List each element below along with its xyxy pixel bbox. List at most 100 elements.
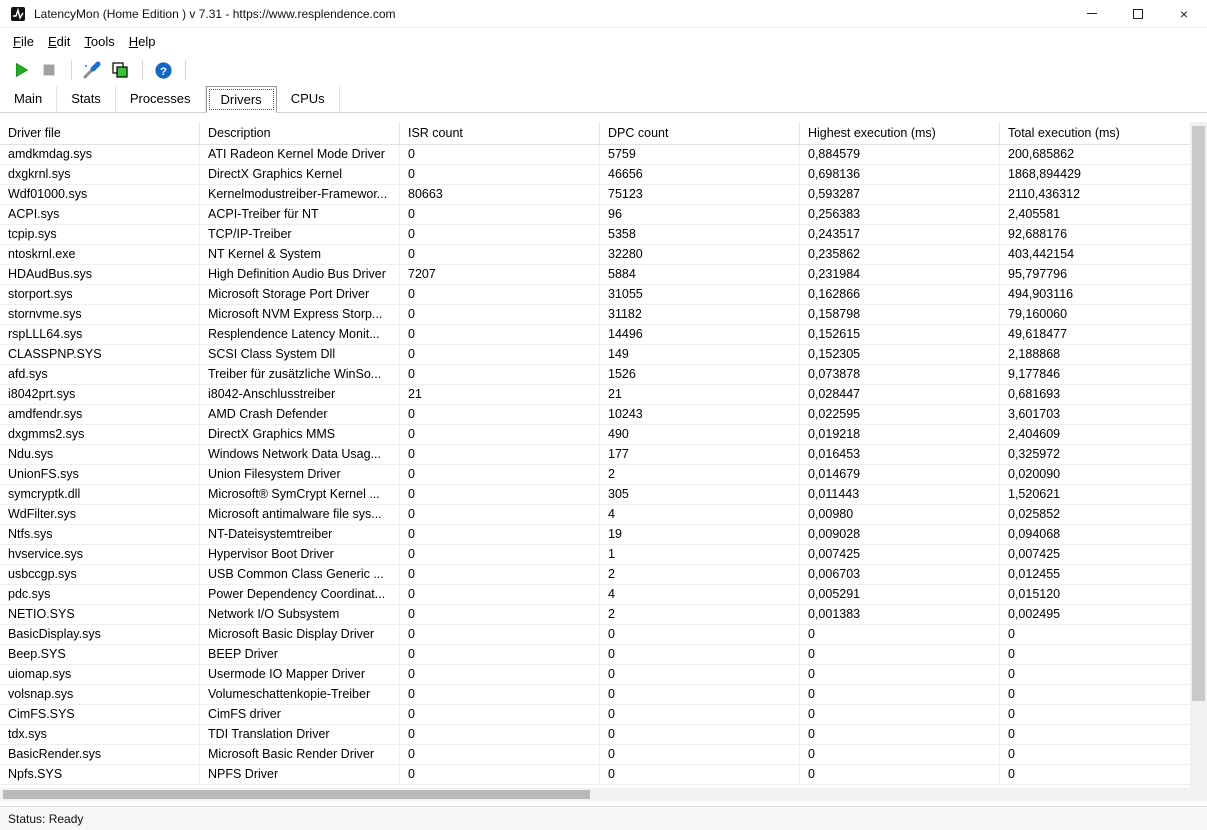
options-button[interactable] bbox=[79, 58, 105, 82]
menu-file[interactable]: File bbox=[6, 30, 41, 53]
table-row[interactable]: CimFS.SYSCimFS driver0000 bbox=[0, 705, 1190, 725]
table-cell: 31055 bbox=[600, 285, 800, 304]
table-row[interactable]: UnionFS.sysUnion Filesystem Driver020,01… bbox=[0, 465, 1190, 485]
table-cell: NETIO.SYS bbox=[0, 605, 200, 624]
table-cell: ATI Radeon Kernel Mode Driver bbox=[200, 145, 400, 164]
table-row[interactable]: NETIO.SYSNetwork I/O Subsystem020,001383… bbox=[0, 605, 1190, 625]
table-row[interactable]: dxgkrnl.sysDirectX Graphics Kernel046656… bbox=[0, 165, 1190, 185]
table-cell: UnionFS.sys bbox=[0, 465, 200, 484]
table-cell: NPFS Driver bbox=[200, 765, 400, 784]
table-row[interactable]: ntoskrnl.exeNT Kernel & System0322800,23… bbox=[0, 245, 1190, 265]
table-row[interactable]: tcpip.sysTCP/IP-Treiber053580,24351792,6… bbox=[0, 225, 1190, 245]
table-cell: Resplendence Latency Monit... bbox=[200, 325, 400, 344]
table-row[interactable]: amdfendr.sysAMD Crash Defender0102430,02… bbox=[0, 405, 1190, 425]
tab-processes[interactable]: Processes bbox=[116, 86, 206, 112]
table-cell: 0 bbox=[400, 685, 600, 704]
table-row[interactable]: hvservice.sysHypervisor Boot Driver010,0… bbox=[0, 545, 1190, 565]
table-row[interactable]: CLASSPNP.SYSSCSI Class System Dll01490,1… bbox=[0, 345, 1190, 365]
table-cell: 95,797796 bbox=[1000, 265, 1190, 284]
copy-report-button[interactable] bbox=[107, 58, 133, 82]
table-row[interactable]: HDAudBus.sysHigh Definition Audio Bus Dr… bbox=[0, 265, 1190, 285]
vertical-scrollbar[interactable] bbox=[1190, 122, 1207, 801]
table-cell: TCP/IP-Treiber bbox=[200, 225, 400, 244]
menu-tools-label-rest: ools bbox=[91, 34, 115, 49]
table-row[interactable]: BasicRender.sysMicrosoft Basic Render Dr… bbox=[0, 745, 1190, 765]
close-icon: × bbox=[1180, 6, 1188, 22]
menu-tools[interactable]: Tools bbox=[77, 30, 121, 53]
table-cell: Usermode IO Mapper Driver bbox=[200, 665, 400, 684]
table-cell: 177 bbox=[600, 445, 800, 464]
column-header-description[interactable]: Description bbox=[200, 122, 400, 144]
menu-help[interactable]: Help bbox=[122, 30, 163, 53]
table-row[interactable]: pdc.sysPower Dependency Coordinat...040,… bbox=[0, 585, 1190, 605]
table-row[interactable]: uiomap.sysUsermode IO Mapper Driver0000 bbox=[0, 665, 1190, 685]
table-row[interactable]: Ntfs.sysNT-Dateisystemtreiber0190,009028… bbox=[0, 525, 1190, 545]
table-cell: 0,025852 bbox=[1000, 505, 1190, 524]
tab-stats[interactable]: Stats bbox=[57, 86, 116, 112]
maximize-button[interactable] bbox=[1115, 0, 1161, 27]
table-row[interactable]: usbccgp.sysUSB Common Class Generic ...0… bbox=[0, 565, 1190, 585]
svg-text:?: ? bbox=[160, 65, 167, 77]
column-header-total-execution[interactable]: Total execution (ms) bbox=[1000, 122, 1190, 144]
table-cell: Ndu.sys bbox=[0, 445, 200, 464]
table-cell: 0 bbox=[600, 705, 800, 724]
table-cell: 0 bbox=[400, 365, 600, 384]
help-button[interactable]: ? bbox=[150, 58, 176, 82]
table-row[interactable]: afd.sysTreiber für zusätzliche WinSo...0… bbox=[0, 365, 1190, 385]
table-row[interactable]: Npfs.SYSNPFS Driver0000 bbox=[0, 765, 1190, 785]
table-cell: 21 bbox=[400, 385, 600, 404]
table-row[interactable]: stornvme.sysMicrosoft NVM Express Storp.… bbox=[0, 305, 1190, 325]
table-row[interactable]: Ndu.sysWindows Network Data Usag...01770… bbox=[0, 445, 1190, 465]
table-cell: Npfs.SYS bbox=[0, 765, 200, 784]
tab-cpus[interactable]: CPUs bbox=[277, 86, 340, 112]
table-row[interactable]: tdx.sysTDI Translation Driver0000 bbox=[0, 725, 1190, 745]
menu-edit[interactable]: Edit bbox=[41, 30, 77, 53]
table-cell: 0 bbox=[400, 645, 600, 664]
table-cell: 490 bbox=[600, 425, 800, 444]
table-cell: 494,903116 bbox=[1000, 285, 1190, 304]
table-cell: 0,015120 bbox=[1000, 585, 1190, 604]
table-cell: stornvme.sys bbox=[0, 305, 200, 324]
table-cell: 0 bbox=[400, 545, 600, 564]
table-cell: 0 bbox=[800, 665, 1000, 684]
table-row[interactable]: ACPI.sysACPI-Treiber für NT0960,2563832,… bbox=[0, 205, 1190, 225]
vertical-scrollbar-thumb[interactable] bbox=[1192, 126, 1205, 701]
table-row[interactable]: volsnap.sysVolumeschattenkopie-Treiber00… bbox=[0, 685, 1190, 705]
column-header-highest-execution[interactable]: Highest execution (ms) bbox=[800, 122, 1000, 144]
table-cell: 0 bbox=[400, 505, 600, 524]
table-cell: 2,188868 bbox=[1000, 345, 1190, 364]
minimize-button[interactable] bbox=[1069, 0, 1115, 27]
table-row[interactable]: BasicDisplay.sysMicrosoft Basic Display … bbox=[0, 625, 1190, 645]
horizontal-scrollbar-thumb[interactable] bbox=[3, 790, 590, 799]
stop-monitor-button[interactable] bbox=[36, 58, 62, 82]
table-row[interactable]: symcryptk.dllMicrosoft® SymCrypt Kernel … bbox=[0, 485, 1190, 505]
horizontal-scrollbar[interactable] bbox=[0, 788, 1190, 801]
table-row[interactable]: Beep.SYSBEEP Driver0000 bbox=[0, 645, 1190, 665]
table-cell: 0,231984 bbox=[800, 265, 1000, 284]
table-cell: 0,028447 bbox=[800, 385, 1000, 404]
table-cell: 10243 bbox=[600, 405, 800, 424]
table-cell: 2 bbox=[600, 465, 800, 484]
table-row[interactable]: WdFilter.sysMicrosoft antimalware file s… bbox=[0, 505, 1190, 525]
column-header-isr-count[interactable]: ISR count bbox=[400, 122, 600, 144]
table-row[interactable]: storport.sysMicrosoft Storage Port Drive… bbox=[0, 285, 1190, 305]
table-cell: ACPI-Treiber für NT bbox=[200, 205, 400, 224]
table-row[interactable]: amdkmdag.sysATI Radeon Kernel Mode Drive… bbox=[0, 145, 1190, 165]
table-row[interactable]: Wdf01000.sysKernelmodustreiber-Framewor.… bbox=[0, 185, 1190, 205]
close-button[interactable]: × bbox=[1161, 0, 1207, 27]
table-cell: 0,009028 bbox=[800, 525, 1000, 544]
column-header-driver-file[interactable]: Driver file bbox=[0, 122, 200, 144]
table-row[interactable]: rspLLL64.sysResplendence Latency Monit..… bbox=[0, 325, 1190, 345]
table-cell: tcpip.sys bbox=[0, 225, 200, 244]
tab-main[interactable]: Main bbox=[0, 86, 57, 112]
toolbar-separator bbox=[142, 60, 143, 80]
tab-drivers[interactable]: Drivers bbox=[206, 86, 277, 113]
start-monitor-button[interactable] bbox=[8, 58, 34, 82]
table-cell: 0,073878 bbox=[800, 365, 1000, 384]
table-cell: 0 bbox=[1000, 625, 1190, 644]
table-cell: 2,404609 bbox=[1000, 425, 1190, 444]
table-row[interactable]: dxgmms2.sysDirectX Graphics MMS04900,019… bbox=[0, 425, 1190, 445]
table-cell: Ntfs.sys bbox=[0, 525, 200, 544]
column-header-dpc-count[interactable]: DPC count bbox=[600, 122, 800, 144]
table-row[interactable]: i8042prt.sysi8042-Anschlusstreiber21210,… bbox=[0, 385, 1190, 405]
